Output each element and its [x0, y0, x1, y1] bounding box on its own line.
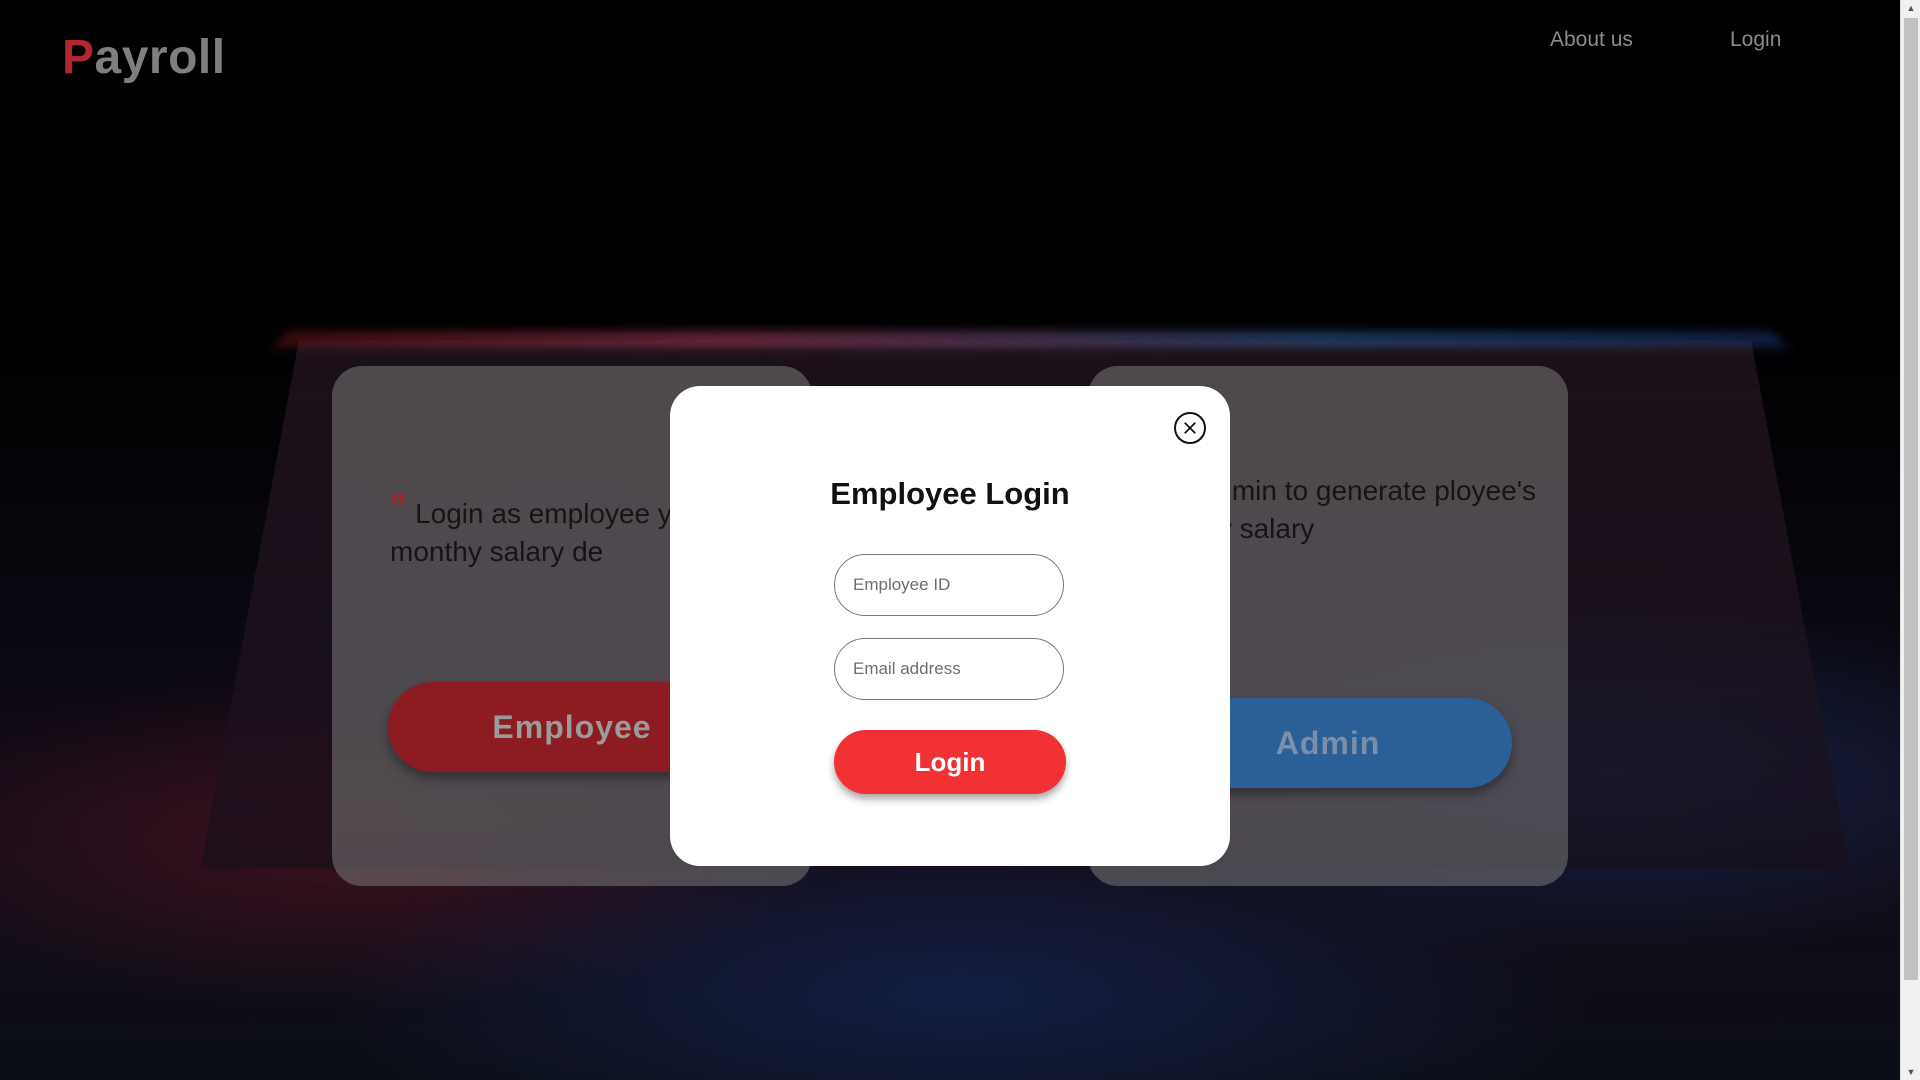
chevron-up-icon[interactable]: ▲ [1901, 0, 1920, 16]
close-icon [1184, 422, 1196, 434]
close-button[interactable] [1174, 412, 1206, 444]
logo[interactable]: Payroll [62, 30, 226, 85]
quote-mark: " [390, 486, 408, 527]
nav-login-link[interactable]: Login [1730, 28, 1781, 52]
employee-id-input[interactable] [834, 554, 1064, 616]
logo-first-letter: P [62, 31, 95, 84]
chevron-down-icon[interactable]: ▼ [1901, 1064, 1920, 1080]
modal-title: Employee Login [830, 476, 1070, 511]
viewport: Payroll About us Login " Login as employe… [0, 0, 1920, 1080]
logo-rest: ayroll [94, 31, 226, 84]
vertical-scrollbar[interactable]: ▲ ▼ [1900, 0, 1920, 1080]
scrollbar-thumb[interactable] [1904, 18, 1918, 980]
employee-card-description: Login as employee your monthy salary de [390, 498, 713, 567]
email-input[interactable] [834, 638, 1064, 700]
employee-login-modal: Employee Login Login [670, 386, 1230, 866]
login-button[interactable]: Login [834, 730, 1066, 794]
nav-about-link[interactable]: About us [1550, 28, 1633, 52]
